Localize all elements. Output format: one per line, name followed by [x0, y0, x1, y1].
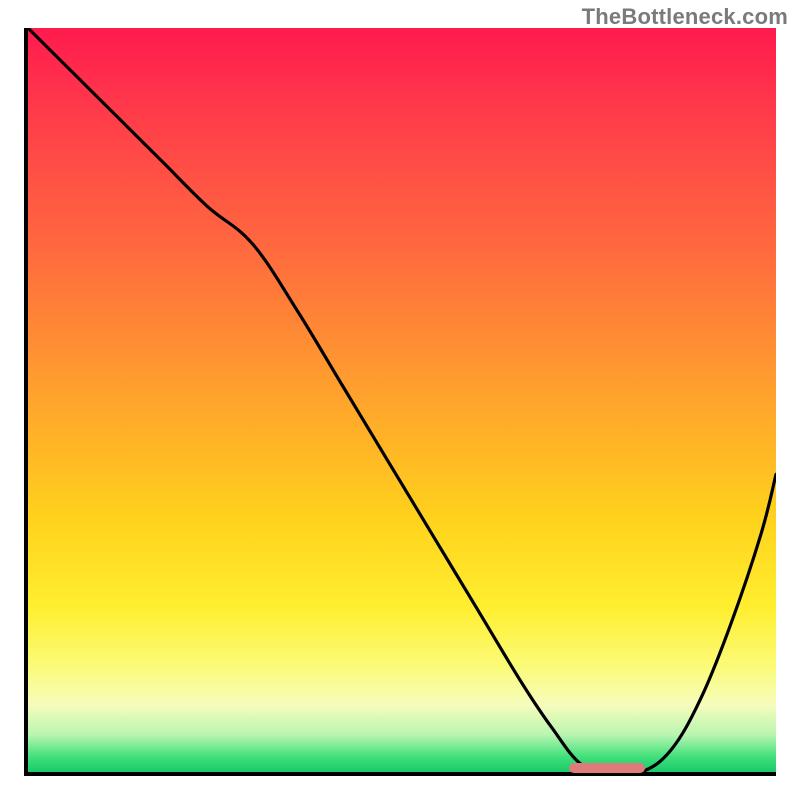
min-marker	[569, 763, 644, 773]
curve-layer	[28, 28, 776, 772]
chart-frame: TheBottleneck.com	[0, 0, 800, 800]
curve-path	[28, 28, 776, 772]
watermark-text: TheBottleneck.com	[582, 4, 788, 30]
plot-area	[24, 28, 776, 776]
